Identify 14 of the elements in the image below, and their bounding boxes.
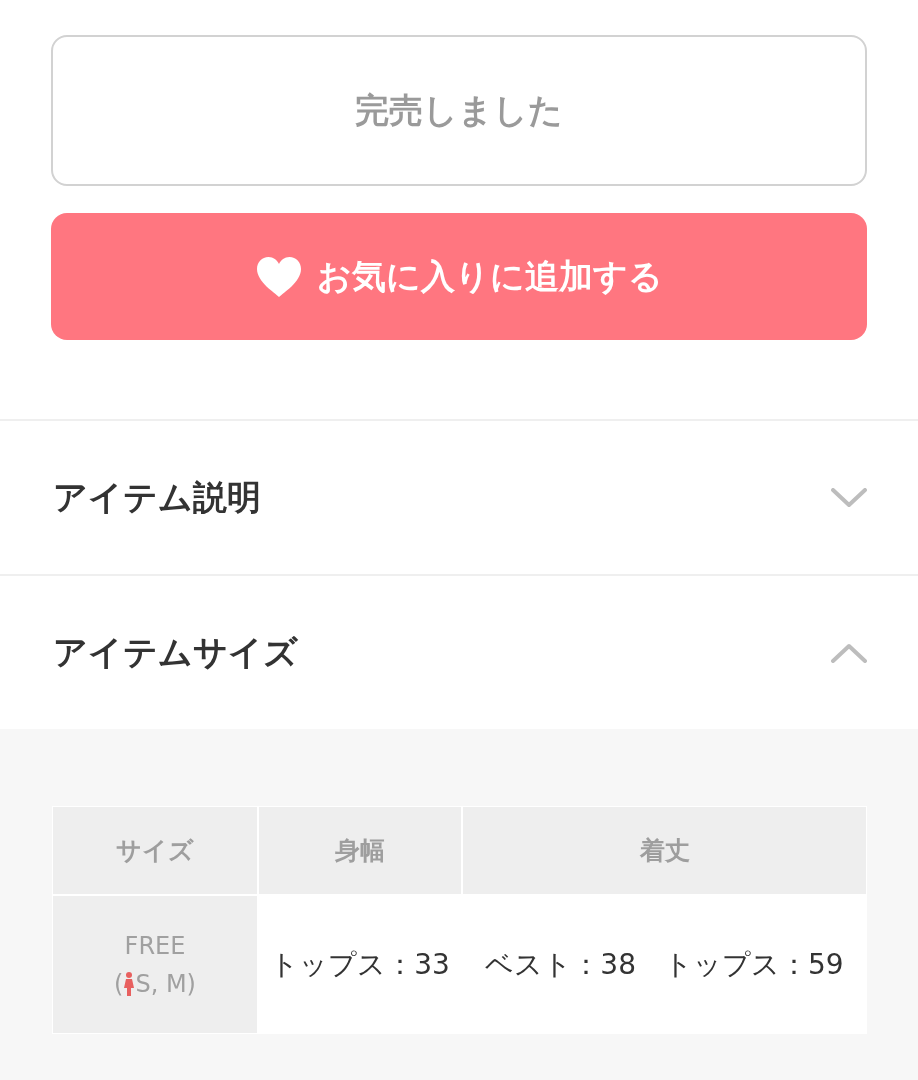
column-header: サイズ — [53, 807, 257, 894]
bracket-text: ( — [114, 969, 124, 998]
accordion-header[interactable]: アイテム説明 — [0, 421, 918, 574]
accordion-header[interactable]: アイテムサイズ — [0, 576, 918, 729]
size-label: FREE — [124, 931, 186, 960]
column-header: 身幅 — [259, 807, 461, 894]
section-title: アイテムサイズ — [53, 630, 298, 674]
chevron-down-icon[interactable] — [831, 487, 867, 508]
chevron-up-icon[interactable] — [831, 642, 867, 663]
column-header: 着丈 — [463, 807, 866, 894]
section-title: アイテム説明 — [53, 475, 261, 519]
heart-icon — [255, 255, 303, 298]
woman-icon — [123, 971, 136, 996]
fit-sizes-text: S, M) — [135, 969, 196, 998]
